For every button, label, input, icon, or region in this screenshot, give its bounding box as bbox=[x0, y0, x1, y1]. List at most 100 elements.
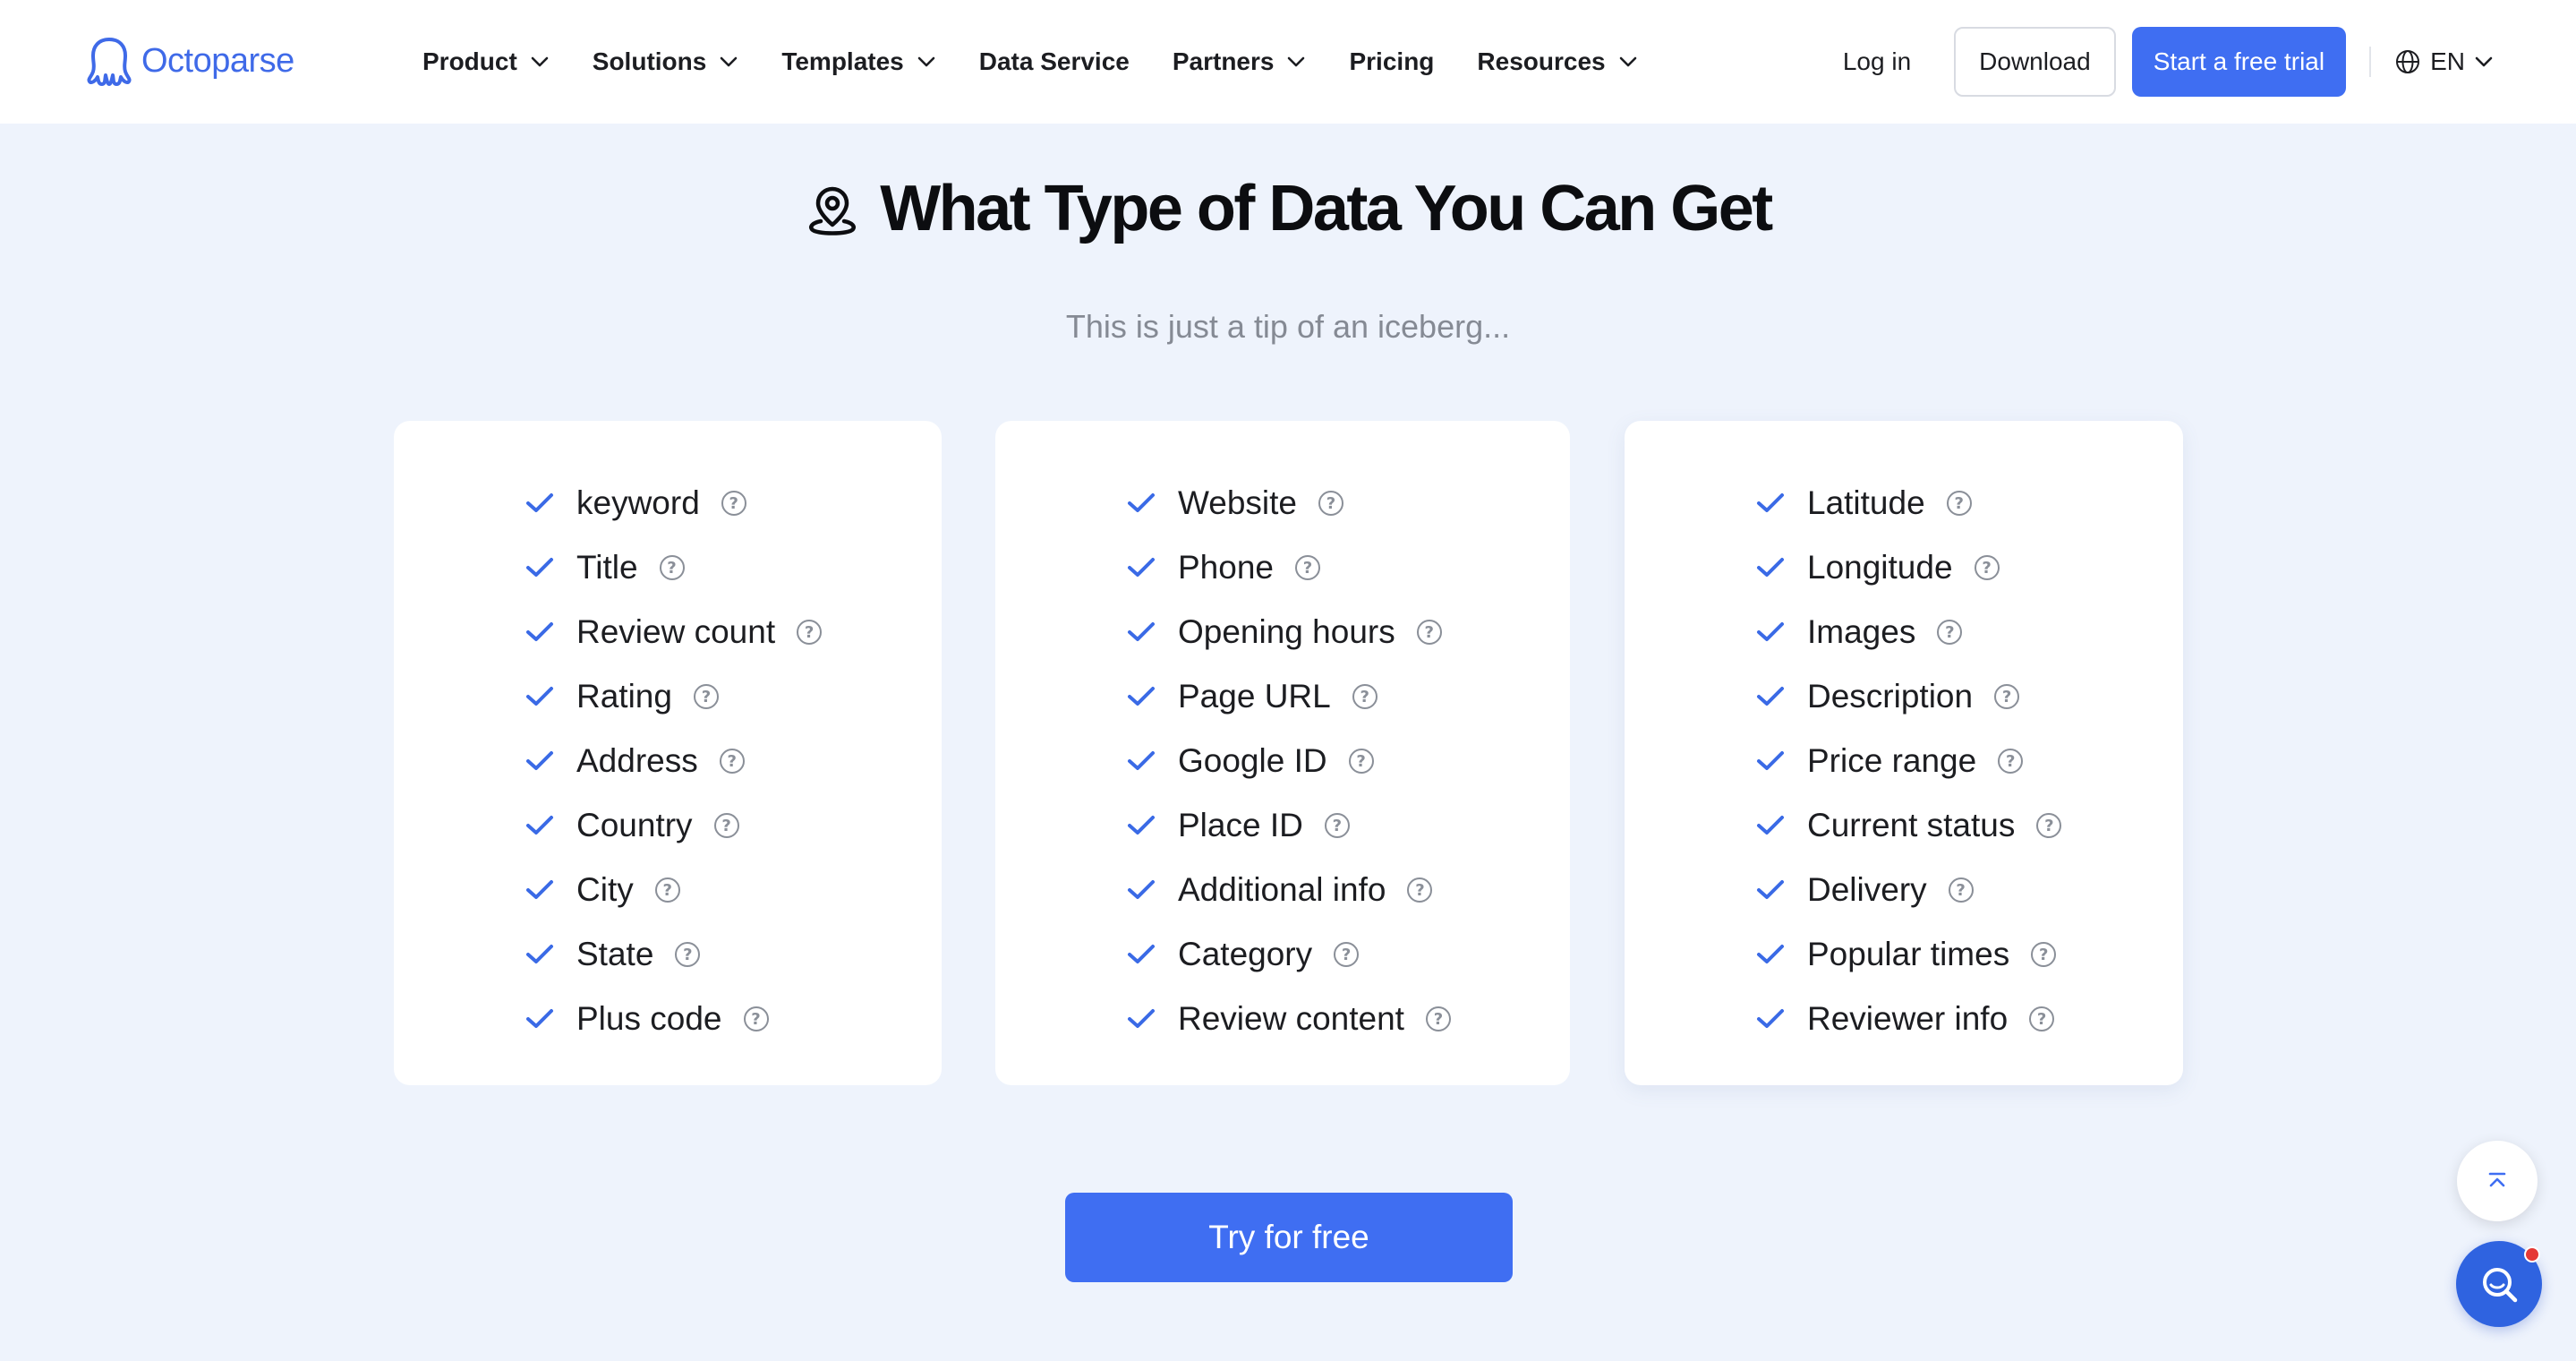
list-item: Category? bbox=[1126, 922, 1451, 987]
check-icon bbox=[1128, 816, 1155, 835]
chat-search-button[interactable] bbox=[2456, 1241, 2542, 1327]
octopus-logo-icon bbox=[87, 38, 132, 86]
list-item: keyword? bbox=[525, 471, 822, 535]
field-label: State bbox=[576, 936, 654, 972]
language-selector[interactable]: EN bbox=[2394, 47, 2494, 76]
chevron-down-icon bbox=[1619, 56, 1636, 67]
help-icon[interactable]: ? bbox=[743, 1006, 769, 1031]
check-icon bbox=[526, 622, 553, 641]
arrow-up-to-top-icon bbox=[2488, 1172, 2506, 1187]
help-icon[interactable]: ? bbox=[675, 942, 701, 967]
help-icon[interactable]: ? bbox=[1348, 749, 1374, 774]
help-icon[interactable]: ? bbox=[1324, 813, 1350, 838]
field-label: keyword bbox=[576, 484, 700, 521]
help-icon[interactable]: ? bbox=[713, 813, 739, 838]
help-icon[interactable]: ? bbox=[1974, 555, 2000, 580]
list-item: Popular times? bbox=[1755, 922, 2061, 987]
check-icon bbox=[1128, 751, 1155, 770]
check-icon bbox=[1757, 493, 1784, 512]
nav-product[interactable]: Product bbox=[422, 47, 550, 76]
check-icon bbox=[526, 945, 553, 963]
nav-partners[interactable]: Partners bbox=[1173, 47, 1307, 76]
check-icon bbox=[1757, 816, 1784, 835]
list-item: Rating? bbox=[525, 664, 822, 729]
check-icon bbox=[1128, 1009, 1155, 1028]
help-icon[interactable]: ? bbox=[2036, 813, 2062, 838]
nav-data-service[interactable]: Data Service bbox=[979, 47, 1130, 76]
help-icon[interactable]: ? bbox=[2031, 942, 2057, 967]
field-label: City bbox=[576, 871, 634, 908]
header-actions: Log in Download Start a free trial EN bbox=[1843, 0, 2494, 124]
nav-pricing[interactable]: Pricing bbox=[1349, 47, 1434, 76]
field-list: keyword? Title? Review count? Rating? Addres… bbox=[525, 471, 823, 1051]
check-icon bbox=[526, 1009, 553, 1028]
field-label: Rating bbox=[576, 678, 672, 715]
check-icon bbox=[526, 751, 553, 770]
help-icon[interactable]: ? bbox=[1295, 555, 1320, 580]
nav-solutions[interactable]: Solutions bbox=[593, 47, 739, 76]
list-item: Title? bbox=[525, 535, 822, 600]
help-icon[interactable]: ? bbox=[797, 620, 823, 645]
divider bbox=[2369, 47, 2372, 77]
nav-label: Product bbox=[422, 47, 517, 75]
help-icon[interactable]: ? bbox=[1946, 491, 1972, 516]
check-icon bbox=[526, 558, 553, 577]
logo-link[interactable]: Octoparse bbox=[86, 34, 294, 88]
help-icon[interactable]: ? bbox=[1334, 942, 1360, 967]
help-icon[interactable]: ? bbox=[1416, 620, 1442, 645]
help-icon[interactable]: ? bbox=[721, 491, 746, 516]
download-button[interactable]: Download bbox=[1954, 27, 2116, 97]
nav-label: Resources bbox=[1477, 47, 1606, 75]
list-item: Place ID? bbox=[1126, 793, 1451, 858]
login-link[interactable]: Log in bbox=[1843, 47, 1911, 76]
help-icon[interactable]: ? bbox=[1352, 684, 1378, 709]
start-free-trial-button[interactable]: Start a free trial bbox=[2131, 27, 2347, 97]
location-pin-icon bbox=[809, 186, 857, 235]
list-item: Address? bbox=[525, 729, 822, 793]
field-label: Google ID bbox=[1178, 742, 1327, 779]
field-label: Latitude bbox=[1807, 484, 1925, 521]
help-icon[interactable]: ? bbox=[659, 555, 685, 580]
nav-label: Solutions bbox=[592, 47, 707, 75]
field-label: Longitude bbox=[1807, 549, 1953, 586]
help-icon[interactable]: ? bbox=[1948, 877, 1974, 903]
help-icon[interactable]: ? bbox=[1407, 877, 1433, 903]
field-label: Review content bbox=[1178, 1000, 1404, 1037]
check-icon bbox=[1128, 687, 1155, 706]
nav-resources[interactable]: Resources bbox=[1477, 47, 1637, 76]
list-item: Reviewer info? bbox=[1755, 987, 2061, 1051]
help-icon[interactable]: ? bbox=[1937, 620, 1963, 645]
check-icon bbox=[1757, 880, 1784, 899]
list-item: City? bbox=[525, 858, 822, 922]
list-item: Current status? bbox=[1755, 793, 2062, 858]
help-icon[interactable]: ? bbox=[719, 749, 745, 774]
help-icon[interactable]: ? bbox=[1318, 491, 1343, 516]
try-for-free-button[interactable]: Try for free bbox=[1065, 1193, 1513, 1282]
back-to-top-button[interactable] bbox=[2457, 1141, 2538, 1221]
list-item: Additional info? bbox=[1126, 858, 1451, 922]
field-label: Address bbox=[576, 742, 698, 779]
help-icon[interactable]: ? bbox=[2029, 1006, 2055, 1031]
help-icon[interactable]: ? bbox=[693, 684, 719, 709]
list-item: Country? bbox=[525, 793, 822, 858]
help-icon[interactable]: ? bbox=[1425, 1006, 1451, 1031]
check-icon bbox=[1128, 880, 1155, 899]
list-item: Price range? bbox=[1755, 729, 2061, 793]
page-subtitle: This is just a tip of an iceberg... bbox=[1065, 308, 1511, 345]
page-title: What Type of Data You Can Get bbox=[880, 173, 1773, 244]
check-icon bbox=[1128, 622, 1155, 641]
list-item: Images? bbox=[1755, 600, 2061, 664]
check-icon bbox=[526, 493, 553, 512]
globe-icon bbox=[2396, 50, 2420, 73]
nav-label: Templates bbox=[781, 47, 904, 75]
list-item: State? bbox=[525, 922, 822, 987]
check-icon bbox=[1757, 945, 1784, 963]
field-label: Additional info bbox=[1178, 871, 1386, 908]
language-label: EN bbox=[2430, 47, 2465, 75]
help-icon[interactable]: ? bbox=[654, 877, 680, 903]
field-label: Popular times bbox=[1807, 936, 2010, 972]
help-icon[interactable]: ? bbox=[1998, 749, 2024, 774]
nav-templates[interactable]: Templates bbox=[781, 47, 935, 76]
field-label: Images bbox=[1807, 613, 1916, 650]
help-icon[interactable]: ? bbox=[1994, 684, 2020, 709]
